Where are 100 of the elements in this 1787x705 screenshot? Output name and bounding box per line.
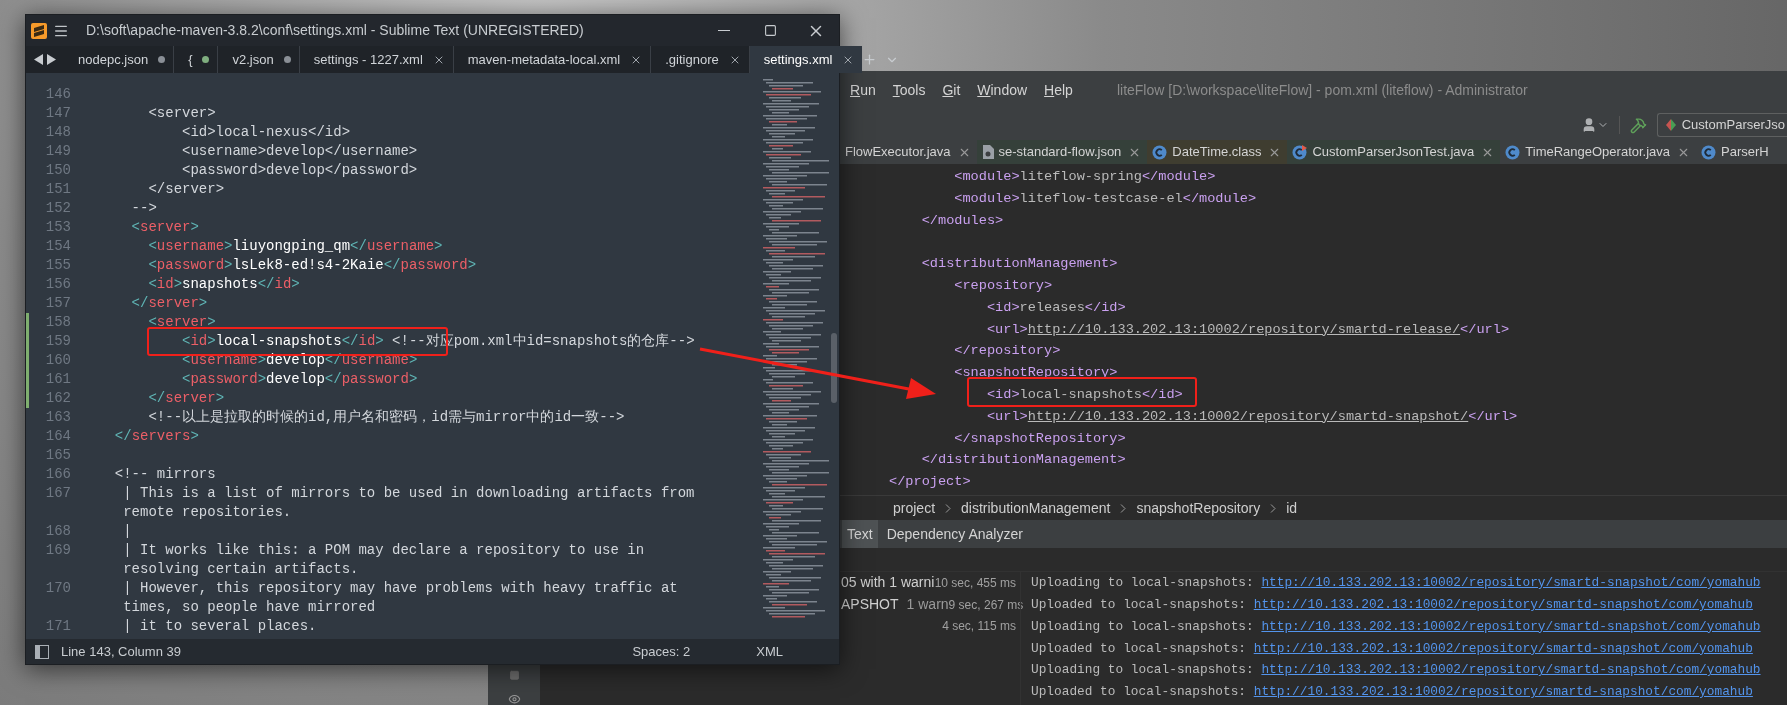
code-line: </modules> xyxy=(921,212,1004,228)
line-number: 147 xyxy=(45,105,71,121)
app-logo-icon xyxy=(31,22,47,39)
code-line: <module>liteflow-testcase-el</module> xyxy=(954,190,1257,206)
breadcrumb-item[interactable]: project xyxy=(893,497,936,519)
editor-tab[interactable]: .gitignore xyxy=(651,46,750,73)
menu-item[interactable]: Run xyxy=(850,80,876,101)
syntax-setting[interactable]: XML xyxy=(756,641,783,662)
eye-icon[interactable] xyxy=(507,692,521,705)
code-line: | It works like this: a POM may declare a repository to use in resolving certain artifacts. xyxy=(123,541,646,579)
code-line: <distributionManagement> xyxy=(921,256,1118,272)
console-message: Uploading to local-snapshots: xyxy=(1031,661,1254,680)
back-arrow-icon[interactable] xyxy=(34,54,43,65)
code-line: </server> xyxy=(148,389,225,408)
editor-tab[interactable]: { xyxy=(174,46,219,73)
class-icon xyxy=(1152,144,1168,160)
editor-tab[interactable]: CustomParserJsonTest.java xyxy=(1287,140,1501,164)
code-line: | xyxy=(123,522,132,541)
line-number: 157 xyxy=(45,295,71,311)
editor-tab[interactable]: settings.xml xyxy=(749,46,863,73)
code-line: <id>local-snapshots</id> xyxy=(986,386,1183,402)
console-message: Uploaded to local-snapshots: xyxy=(1031,639,1247,658)
line-number: 171 xyxy=(45,618,71,634)
cursor-position: Line 143, Column 39 xyxy=(61,642,181,661)
build-hammer-icon[interactable] xyxy=(1629,116,1647,134)
editor-tab[interactable]: DateTime.class xyxy=(1147,140,1288,164)
editor-tab[interactable]: maven-metadata-local.xml xyxy=(453,46,652,73)
test-class-icon xyxy=(1292,144,1308,160)
code-line: </server> xyxy=(131,294,208,313)
code-line: <username>liuyongping_qm</username> xyxy=(148,237,443,256)
editor-tab[interactable]: v2.json xyxy=(218,46,300,73)
build-duration: 4 sec, 115 ms xyxy=(942,618,1016,636)
editor-tab[interactable]: se-standard-flow.json xyxy=(976,140,1148,164)
scrollbar-thumb[interactable] xyxy=(831,333,837,403)
minimize-icon xyxy=(718,30,730,31)
code-line: </server> xyxy=(148,180,225,199)
code-line: <id>releases</id> xyxy=(986,299,1126,315)
run-configuration-dropdown[interactable]: CustomParserJso xyxy=(1656,113,1787,137)
chevron-icon xyxy=(945,503,952,513)
breadcrumb-item[interactable]: distributionManagement xyxy=(961,497,1111,519)
code-line: | However, this repository may have problems with heavy traffic at times, so people have mirrored xyxy=(123,579,679,617)
stop-icon[interactable] xyxy=(508,670,520,681)
sidebar-toggle-icon[interactable] xyxy=(35,644,49,659)
maximize-icon xyxy=(763,24,777,37)
console-link[interactable]: http://10.133.202.13:10002/repository/smartd-snapshot/com/yomahub xyxy=(1253,595,1753,615)
line-number: 167 xyxy=(45,485,71,501)
console-link[interactable]: http://10.133.202.13:10002/repository/smartd-snapshot/com/yomahub xyxy=(1261,573,1761,593)
line-number: 168 xyxy=(45,523,71,539)
build-task-label[interactable]: 05 with 1 warni xyxy=(841,572,935,594)
code-line: <snapshotRepository> xyxy=(954,365,1118,381)
class-icon xyxy=(1701,144,1717,160)
menu-item[interactable]: Help xyxy=(1044,80,1073,101)
line-number: 148 xyxy=(45,124,71,140)
code-line: </snapshotRepository> xyxy=(954,430,1126,446)
code-line: <password>develop</password> xyxy=(182,370,418,389)
menu-item[interactable]: Window xyxy=(977,80,1028,101)
run-config-icon xyxy=(1665,119,1676,131)
line-number: 150 xyxy=(45,162,71,178)
line-number: 146 xyxy=(45,86,71,102)
code-line: <repository> xyxy=(954,278,1053,293)
console-message: Uploading to local-snapshots: xyxy=(1031,617,1254,636)
indentation-setting[interactable]: Spaces: 2 xyxy=(632,641,691,662)
line-number: 151 xyxy=(45,181,71,197)
line-number: 165 xyxy=(45,447,71,463)
class-icon xyxy=(1505,144,1521,160)
line-number: 153 xyxy=(45,219,71,235)
build-task-label[interactable]: APSHOT xyxy=(841,594,899,616)
console-link[interactable]: http://10.133.202.13:10002/repository/smartd-snapshot/com/yomahub xyxy=(1253,638,1753,658)
line-number: 154 xyxy=(45,238,71,254)
line-number: 149 xyxy=(45,143,71,159)
editor-tab[interactable]: nodepc.json xyxy=(64,46,175,73)
console-link[interactable]: http://10.133.202.13:10002/repository/smartd-snapshot/com/yomahub xyxy=(1261,616,1761,637)
line-number: 155 xyxy=(45,257,71,273)
line-number: 163 xyxy=(45,409,71,425)
code-line: </distributionManagement> xyxy=(921,452,1126,468)
menu-item[interactable]: Tools xyxy=(892,80,926,101)
line-number: 152 xyxy=(45,200,71,216)
code-line: | it to several places. xyxy=(123,617,317,636)
editor-mode-tab[interactable]: Dependency Analyzer xyxy=(881,520,1028,548)
line-number: 170 xyxy=(45,580,71,596)
editor-mode-tab[interactable]: Text xyxy=(842,520,878,548)
console-link[interactable]: http://10.133.202.13:10002/repository/smartd-snapshot/com/yomahub xyxy=(1253,682,1753,702)
code-line: <server> xyxy=(148,313,216,332)
console-link[interactable]: http://10.133.202.13:10002/repository/smartd-snapshot/com/yomahub xyxy=(1261,660,1761,680)
line-number: 169 xyxy=(45,542,71,558)
code-line: --> xyxy=(131,199,157,218)
breadcrumb-item[interactable]: id xyxy=(1286,497,1298,519)
line-number: 162 xyxy=(45,390,71,406)
code-line: <module>liteflow-spring</module> xyxy=(954,169,1216,184)
line-number: 160 xyxy=(45,352,71,368)
forward-arrow-icon[interactable] xyxy=(47,54,56,65)
breadcrumb-item[interactable]: snapshotRepository xyxy=(1136,497,1261,519)
console-message: Uploading to local-snapshots: xyxy=(1031,574,1254,593)
chevron-icon xyxy=(1120,503,1127,513)
code-line: <server> xyxy=(148,104,216,123)
editor-tab[interactable]: settings - 1227.xml xyxy=(299,46,454,73)
menu-item[interactable]: Git xyxy=(942,80,961,101)
console-message: Uploaded to local-snapshots: xyxy=(1031,683,1247,702)
line-number: 156 xyxy=(45,276,71,292)
line-number: 161 xyxy=(45,371,71,387)
